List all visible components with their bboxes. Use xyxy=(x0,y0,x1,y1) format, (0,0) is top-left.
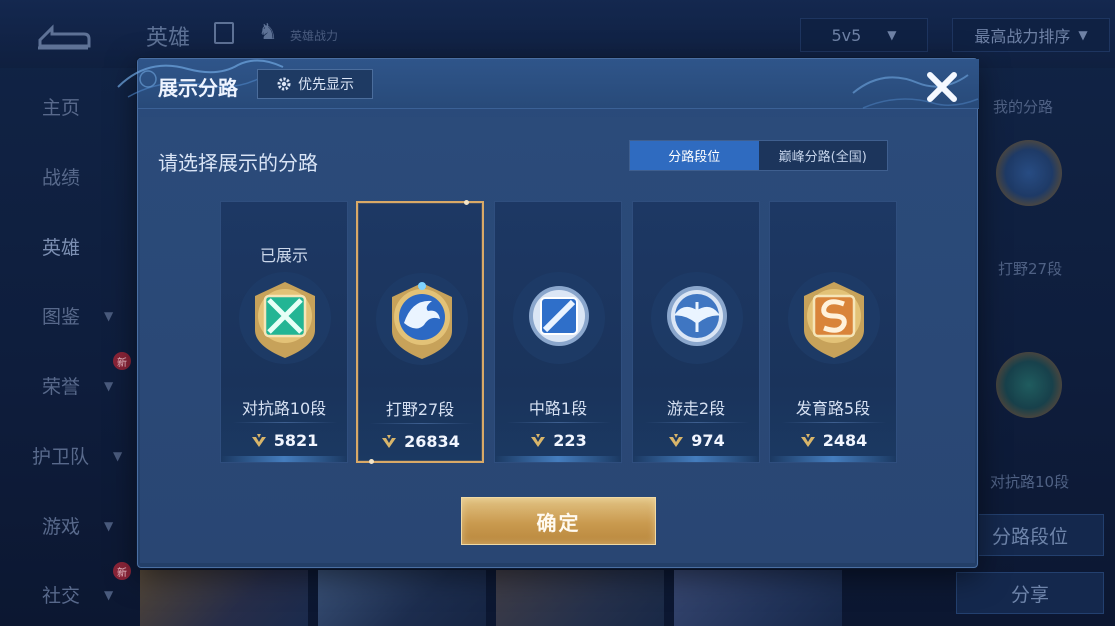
chevron-down-icon: ▼ xyxy=(104,587,114,602)
lane-power: 5821 xyxy=(221,431,347,450)
sort-select-value: 最高战力排序 xyxy=(974,27,1071,46)
lane-card-clash[interactable]: 已展示 对抗路10段 5821 xyxy=(220,201,348,463)
lane-name: 游走2段 xyxy=(666,399,726,418)
power-icon xyxy=(531,433,546,447)
hero-power-icon: ♞ xyxy=(258,20,278,45)
lane-card-list: 已展示 对抗路10段 5821 打野27段 26834 中路1段 223 游走2… xyxy=(220,200,900,464)
hero-portrait[interactable] xyxy=(318,570,486,626)
confirm-button[interactable]: 确定 xyxy=(461,497,656,545)
sidebar-item-label: 战绩 xyxy=(42,167,81,189)
sidebar-item-label: 护卫队 xyxy=(32,446,90,468)
my-lane-header: 我的分路 xyxy=(993,98,1054,116)
new-badge: 新 xyxy=(113,562,131,580)
power-icon xyxy=(669,433,684,447)
card-glow xyxy=(221,456,347,462)
sidebar-item-label: 游戏 xyxy=(42,516,81,538)
power-value: 26834 xyxy=(404,432,460,451)
chevron-down-icon: ▼ xyxy=(104,518,114,533)
priority-display-button[interactable]: 优先显示 xyxy=(257,69,373,99)
chevron-down-icon: ▼ xyxy=(104,378,114,393)
lane-power: 2484 xyxy=(770,431,896,450)
jungle-badge-icon xyxy=(376,273,468,365)
power-value: 974 xyxy=(691,431,725,450)
dialog-title: 展示分路 xyxy=(158,76,238,100)
hero-portrait[interactable] xyxy=(674,570,842,626)
corner-sparkle-icon xyxy=(369,459,374,464)
lane-power: 974 xyxy=(633,431,759,450)
chevron-down-icon: ▼ xyxy=(104,308,114,323)
card-glow xyxy=(495,456,621,462)
sidebar-item-label: 主页 xyxy=(42,97,81,119)
divider xyxy=(507,422,611,423)
chevron-down-icon: ▼ xyxy=(887,28,897,42)
sidebar-item-guard[interactable]: 护卫队 ▼ xyxy=(32,442,122,469)
page-title: 英雄 xyxy=(146,26,191,51)
shown-status: 已展示 xyxy=(259,246,308,265)
lane-name: 发育路5段 xyxy=(795,399,871,418)
lane-card-roam[interactable]: 游走2段 974 xyxy=(632,201,760,463)
lane-rank-button[interactable]: 分路段位 xyxy=(956,514,1104,556)
sort-select[interactable]: 最高战力排序 ▼ xyxy=(952,18,1110,52)
section-title: 请选择展示的分路 xyxy=(158,151,318,175)
hero-portrait[interactable] xyxy=(496,570,664,626)
chevron-down-icon: ▼ xyxy=(113,448,123,463)
sidebar-item-record[interactable]: 战绩 xyxy=(42,163,80,190)
lane-tabs: 分路段位 巅峰分路(全国) xyxy=(629,140,888,171)
tab-peak-lane[interactable]: 巅峰分路(全国) xyxy=(758,141,887,170)
sidebar-item-social[interactable]: 社交 ▼ xyxy=(42,581,113,608)
lane-name: 中路1段 xyxy=(528,399,588,418)
lane-label: 打野27段 xyxy=(998,260,1063,278)
tab-lane-rank[interactable]: 分路段位 xyxy=(630,141,759,170)
sidebar-item-heroes[interactable]: 英雄 xyxy=(42,233,80,260)
lane-name: 对抗路10段 xyxy=(241,399,327,418)
priority-display-label: 优先显示 xyxy=(298,77,354,93)
divider xyxy=(782,422,886,423)
share-button[interactable]: 分享 xyxy=(956,572,1104,614)
power-icon xyxy=(800,433,815,447)
sidebar-item-game[interactable]: 游戏 ▼ xyxy=(42,512,113,539)
jungle-badge-icon xyxy=(996,140,1062,206)
book-icon[interactable] xyxy=(214,22,234,44)
mode-select[interactable]: 5v5 ▼ xyxy=(800,18,928,52)
divider xyxy=(370,423,474,424)
sidebar-item-honor[interactable]: 荣誉 ▼ xyxy=(42,372,113,399)
sidebar-item-label: 荣誉 xyxy=(42,376,81,398)
mode-select-value: 5v5 xyxy=(831,25,862,45)
corner-sparkle-icon xyxy=(464,200,469,205)
roam-badge-icon xyxy=(651,272,743,364)
lane-card-farm[interactable]: 发育路5段 2484 xyxy=(769,201,897,463)
power-value: 2484 xyxy=(822,431,868,450)
power-icon xyxy=(251,433,266,447)
clash-lane-badge-icon xyxy=(996,352,1062,418)
lane-power: 223 xyxy=(495,431,621,450)
sidebar-item-codex[interactable]: 图鉴 ▼ xyxy=(42,302,113,329)
power-value: 223 xyxy=(553,431,587,450)
sidebar-item-label: 英雄 xyxy=(42,237,81,259)
sidebar-item-label: 图鉴 xyxy=(42,306,81,328)
clash-lane-badge-icon xyxy=(239,272,331,364)
close-icon[interactable] xyxy=(922,67,962,107)
new-badge: 新 xyxy=(113,352,131,370)
card-glow xyxy=(633,456,759,462)
mid-lane-badge-icon xyxy=(513,272,605,364)
chevron-down-icon: ▼ xyxy=(1078,28,1088,42)
lane-name: 打野27段 xyxy=(385,400,455,419)
divider xyxy=(233,422,337,423)
lane-card-mid[interactable]: 中路1段 223 xyxy=(494,201,622,463)
lane-power: 26834 xyxy=(358,432,482,451)
hero-power-label: 英雄战力 xyxy=(290,29,339,43)
gear-icon xyxy=(277,77,291,91)
power-icon xyxy=(382,434,397,448)
back-icon[interactable] xyxy=(34,18,92,52)
lane-display-dialog: 展示分路 优先显示 请选择展示的分路 分路段位 巅峰分路(全国) 已展示 对抗路… xyxy=(117,58,979,568)
card-glow xyxy=(770,456,896,462)
farm-lane-badge-icon xyxy=(788,272,880,364)
hero-portrait[interactable] xyxy=(140,570,308,626)
sidebar-item-label: 社交 xyxy=(42,585,81,607)
sidebar-item-home[interactable]: 主页 xyxy=(42,93,80,120)
power-value: 5821 xyxy=(273,431,319,450)
lane-label: 对抗路10段 xyxy=(990,473,1070,491)
divider xyxy=(645,422,749,423)
lane-card-jungle[interactable]: 打野27段 26834 xyxy=(356,200,484,464)
